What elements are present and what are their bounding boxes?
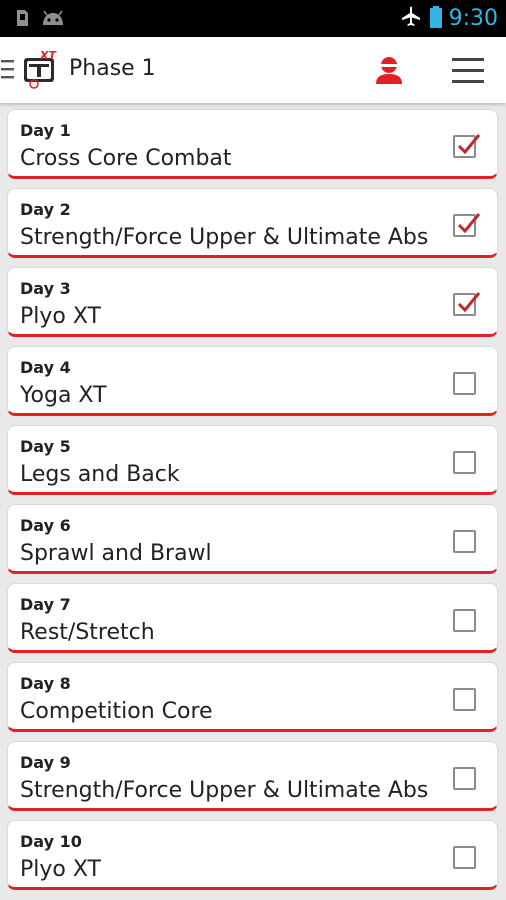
incomplete-checkbox[interactable] [453,451,476,474]
workout-day-list[interactable]: Day 1 Cross Core Combat Day 2 Strength/F… [0,103,506,900]
tapout-xt-logo[interactable]: XT [20,49,60,94]
day-label: Day 3 [20,279,71,298]
status-left-icons [14,9,66,31]
day-card-3[interactable]: Day 3 Plyo XT [7,267,498,337]
drawer-indicator-icon[interactable] [1,59,15,85]
incomplete-checkbox[interactable] [453,609,476,632]
day-card-4[interactable]: Day 4 Yoga XT [7,346,498,416]
workout-name: Plyo XT [20,857,101,882]
day-label: Day 6 [20,516,71,535]
profile-icon[interactable] [372,53,406,87]
clock: 9:30 [448,6,498,31]
day-card-10[interactable]: Day 10 Plyo XT [7,820,498,890]
day-card-6[interactable]: Day 6 Sprawl and Brawl [7,504,498,574]
day-card-2[interactable]: Day 2 Strength/Force Upper & Ultimate Ab… [7,188,498,258]
android-icon [40,9,66,31]
completed-checkbox[interactable] [453,292,481,316]
action-bar: XT Phase 1 [0,37,506,103]
airplane-mode-icon [399,5,423,33]
completed-checkbox[interactable] [453,134,481,158]
day-label: Day 7 [20,595,71,614]
day-card-8[interactable]: Day 8 Competition Core [7,662,498,732]
workout-name: Competition Core [20,699,213,724]
day-card-5[interactable]: Day 5 Legs and Back [7,425,498,495]
workout-name: Rest/Stretch [20,620,155,645]
day-label: Day 2 [20,200,71,219]
logo-xt-text: XT [39,50,57,62]
day-label: Day 1 [20,121,71,140]
battery-icon [429,5,443,33]
workout-name: Strength/Force Upper & Ultimate Abs [20,778,429,803]
incomplete-checkbox[interactable] [453,372,476,395]
workout-name: Legs and Back [20,462,180,487]
day-label: Day 5 [20,437,71,456]
page-title: Phase 1 [69,56,156,81]
incomplete-checkbox[interactable] [453,767,476,790]
day-label: Day 10 [20,832,82,851]
workout-name: Plyo XT [20,304,101,329]
workout-name: Cross Core Combat [20,146,232,171]
day-card-9[interactable]: Day 9 Strength/Force Upper & Ultimate Ab… [7,741,498,811]
day-label: Day 9 [20,753,71,772]
day-label: Day 4 [20,358,71,377]
status-right-icons: 9:30 [399,5,498,33]
day-card-7[interactable]: Day 7 Rest/Stretch [7,583,498,653]
status-bar: 9:30 [0,0,506,37]
workout-name: Sprawl and Brawl [20,541,212,566]
incomplete-checkbox[interactable] [453,530,476,553]
workout-name: Strength/Force Upper & Ultimate Abs [20,225,429,250]
sd-card-icon [14,9,30,31]
day-label: Day 8 [20,674,71,693]
workout-name: Yoga XT [20,383,107,408]
menu-icon[interactable] [448,56,488,86]
incomplete-checkbox[interactable] [453,688,476,711]
incomplete-checkbox[interactable] [453,846,476,869]
day-card-1[interactable]: Day 1 Cross Core Combat [7,109,498,179]
completed-checkbox[interactable] [453,213,481,237]
